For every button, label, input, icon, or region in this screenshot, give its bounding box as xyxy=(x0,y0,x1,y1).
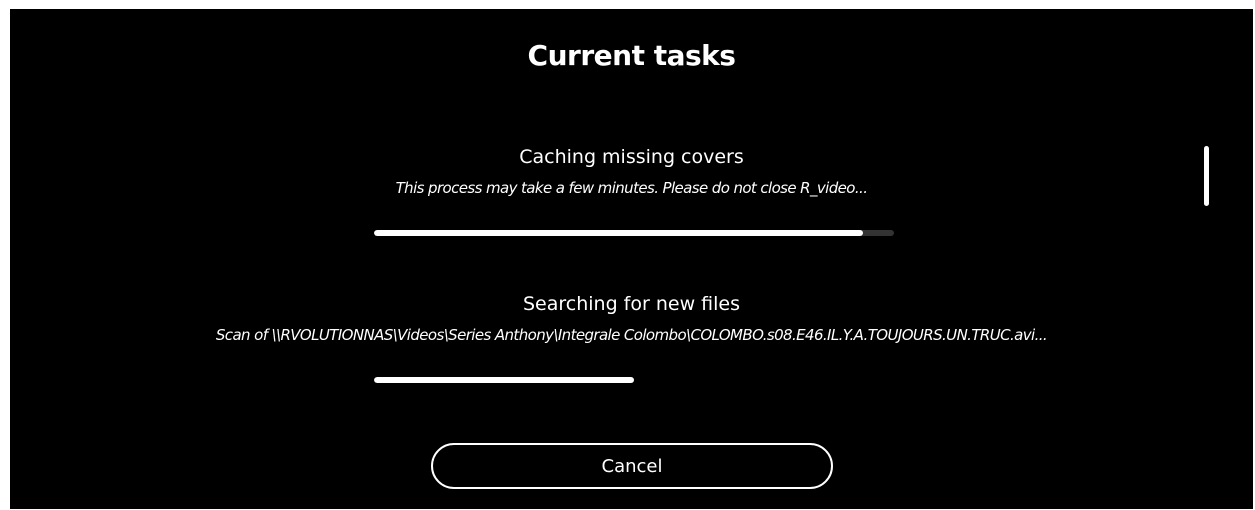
cancel-button[interactable]: Cancel xyxy=(431,443,833,489)
task-title: Caching missing covers xyxy=(519,146,744,168)
dialog-title: Current tasks xyxy=(527,39,736,72)
task-progress-bar xyxy=(374,377,894,383)
scrollbar-thumb[interactable] xyxy=(1204,146,1209,206)
task-title: Searching for new files xyxy=(522,293,740,315)
task-description: Scan of \\RVOLUTIONNAS\Videos\Series Ant… xyxy=(215,326,1048,344)
task-progress-bar xyxy=(374,230,894,236)
task-progress-fill xyxy=(374,377,634,383)
current-tasks-dialog: Current tasks Caching missing covers Thi… xyxy=(10,9,1253,509)
task-description: This process may take a few minutes. Ple… xyxy=(395,179,868,197)
task-progress-fill xyxy=(374,230,863,236)
